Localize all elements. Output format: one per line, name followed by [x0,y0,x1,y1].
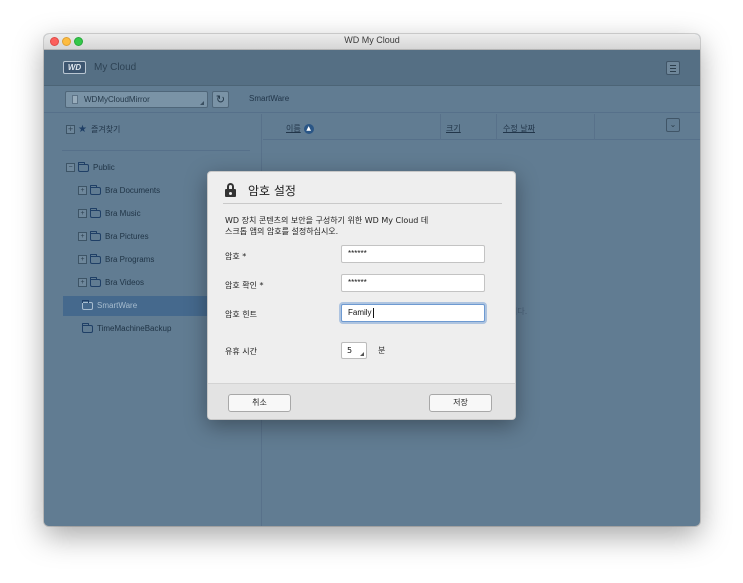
sidebar-item-smartware[interactable]: SmartWare [81,299,138,310]
cancel-button[interactable]: 취소 [228,394,291,412]
folder-icon [89,207,101,218]
sidebar-item-label: Bra Videos [105,278,144,287]
device-name: WDMyCloudMirror [84,95,150,104]
expand-icon[interactable]: + [78,209,87,219]
idle-time-label: 유휴 시간 [225,347,257,356]
confirm-password-label: 암호 확인 * [225,281,264,290]
password-hint-value: Family [348,308,372,318]
sidebar-item-label: Bra Programs [105,255,155,264]
wd-logo: WD [63,61,86,74]
folder-icon [81,299,93,310]
dialog-title: 암호 설정 [248,184,296,198]
favorites-label: 즐겨찾기 [90,125,121,134]
sidebar-item-bra-videos[interactable]: + Bra Videos [78,276,144,288]
expand-icon[interactable]: + [78,255,87,265]
column-divider [496,114,497,140]
dialog-footer: 취소 저장 [208,383,515,419]
sidebar-item-bra-music[interactable]: + Bra Music [78,207,141,219]
password-dialog: 암호 설정 WD 장치 콘텐츠의 보안을 구성하기 위한 WD My Cloud… [207,171,516,420]
idle-time-select[interactable]: 5 [341,342,367,359]
column-divider [440,114,441,140]
expand-icon[interactable]: + [78,232,87,242]
dropdown-grip-icon [200,101,204,105]
sort-ascending-icon[interactable]: ▲ [303,123,314,134]
password-label: 암호 * [225,252,247,261]
confirm-password-field[interactable]: ****** [341,274,485,292]
lock-icon [225,183,236,197]
save-button[interactable]: 저장 [429,394,492,412]
column-size[interactable]: 크기 [446,123,461,134]
password-hint-label: 암호 힌트 [225,310,257,319]
device-select[interactable]: WDMyCloudMirror [65,91,208,108]
sidebar-item-label: Bra Music [105,209,141,218]
column-modified[interactable]: 수정 날짜 [503,123,535,134]
app-name: My Cloud [94,62,137,73]
idle-time-unit: 분 [378,346,386,355]
sidebar-item-label: Bra Documents [105,186,161,195]
password-hint-field[interactable]: Family [341,304,485,322]
app-header: WD My Cloud [44,50,700,86]
dialog-divider [223,203,502,204]
text-caret [372,308,374,318]
drive-icon [72,95,78,104]
refresh-button[interactable]: ↻ [212,91,229,108]
sidebar-item-bra-pictures[interactable]: + Bra Pictures [78,230,149,242]
folder-icon [89,253,101,264]
expand-icon[interactable]: + [78,278,87,288]
folder-icon [81,322,93,333]
expand-icon[interactable]: + [66,125,75,134]
folder-icon [89,230,101,241]
collapse-icon[interactable]: − [66,163,75,173]
column-divider [594,114,595,140]
column-name[interactable]: 이름 ▲ [286,123,314,134]
folder-icon [77,161,89,172]
column-name-label: 이름 [286,124,301,133]
favorites-item[interactable]: + ★ 즐겨찾기 [66,124,120,135]
window-title: WD My Cloud [344,35,400,45]
breadcrumb: SmartWare [249,94,290,103]
folder-icon [89,276,101,287]
idle-time-value: 5 [347,346,353,355]
sidebar-item-bra-programs[interactable]: + Bra Programs [78,253,155,265]
sidebar-item-timemachinebackup[interactable]: TimeMachineBackup [81,322,172,333]
sidebar-item-label: Bra Pictures [105,232,149,241]
sidebar-item-label: TimeMachineBackup [97,324,172,333]
chevron-down-icon[interactable]: ⌄ [666,118,680,132]
dropdown-grip-icon [360,352,364,356]
toolbar: WDMyCloudMirror ↻ SmartWare [44,87,700,113]
title-bar: WD My Cloud [44,34,700,50]
expand-icon[interactable]: + [78,186,87,196]
dialog-description: WD 장치 콘텐츠의 보안을 구성하기 위한 WD My Cloud 데스크톱 … [225,216,429,236]
column-header: 이름 ▲ 크기 수정 날짜 ⌄ [263,114,700,140]
folder-icon [89,184,101,195]
sidebar-item-label: Public [93,163,115,172]
sidebar-item-label: SmartWare [97,301,138,310]
sidebar-item-public[interactable]: − Public [66,161,115,173]
menu-icon[interactable] [666,61,680,75]
sidebar-divider [62,150,250,151]
password-field[interactable]: ****** [341,245,485,263]
sidebar-item-bra-documents[interactable]: + Bra Documents [78,184,161,196]
star-icon: ★ [78,124,87,135]
